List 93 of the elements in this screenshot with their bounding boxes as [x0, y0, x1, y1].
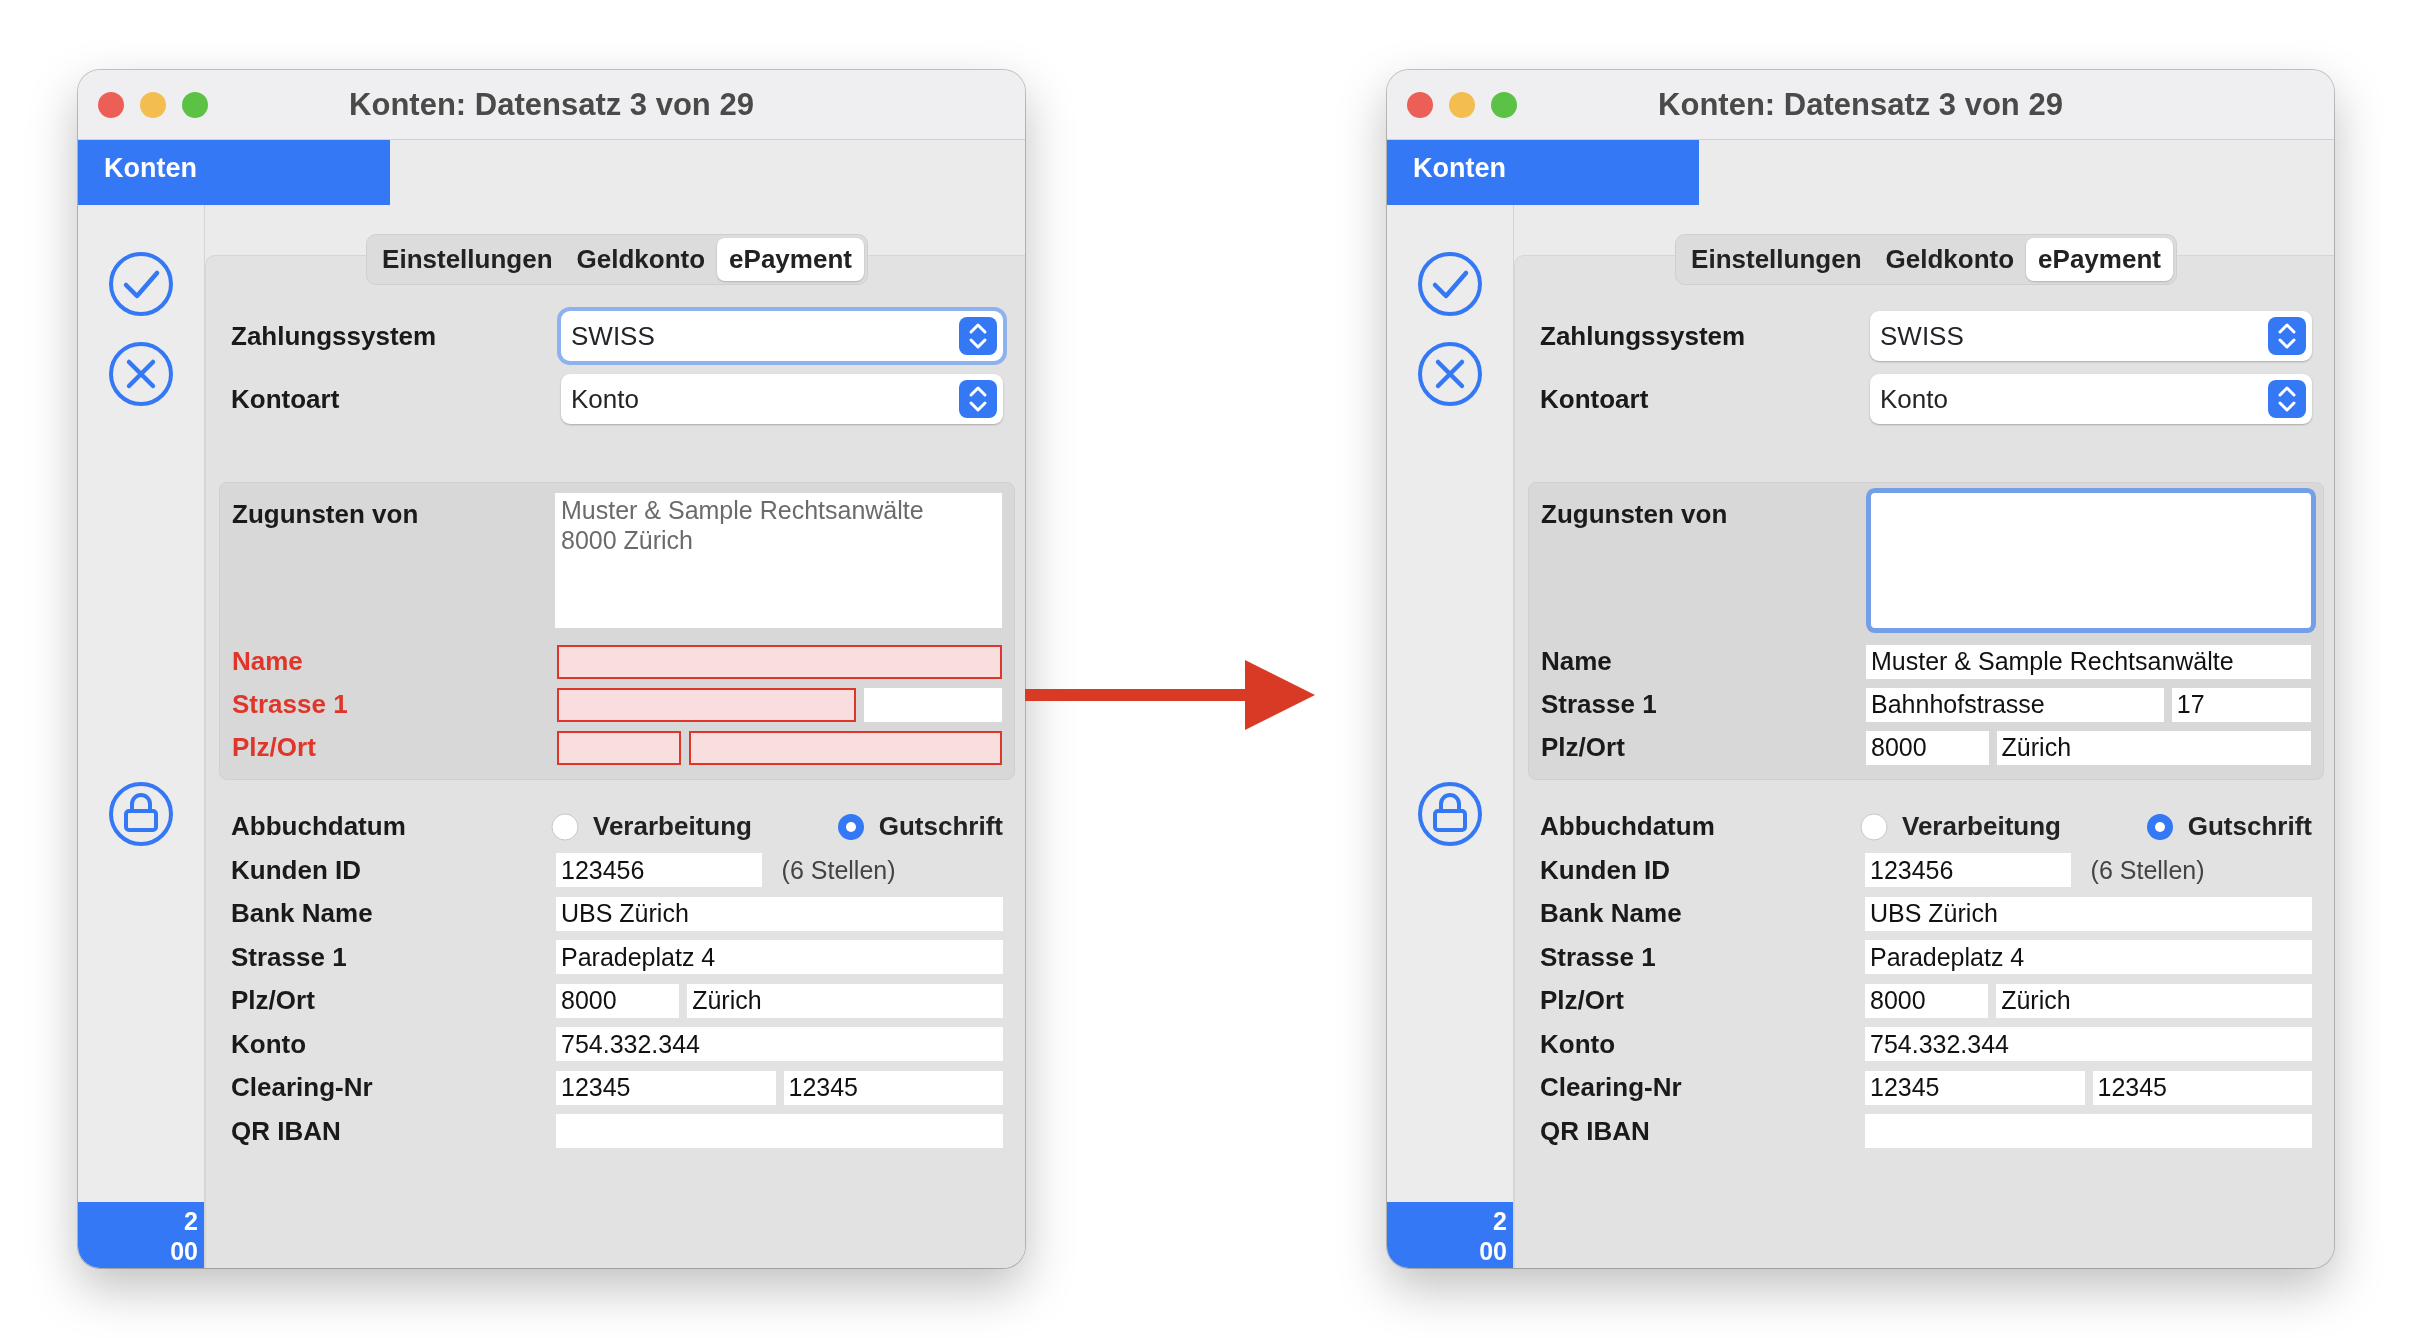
tab[interactable]: ePayment [717, 238, 864, 281]
confirm-icon[interactable] [1416, 250, 1484, 318]
field-label: Kunden ID [1540, 853, 1671, 887]
text-field[interactable]: Bahnhofstrasse [1866, 687, 2164, 722]
stepper-icon [2268, 380, 2306, 418]
text-field[interactable]: 8000 [556, 983, 680, 1018]
radio-button[interactable]: Verarbeitung [551, 807, 752, 847]
tab[interactable]: Einstellungen [370, 238, 565, 281]
text-field[interactable]: 8000 [1866, 730, 1989, 765]
radio-button[interactable]: Gutschrift [836, 807, 1003, 847]
field-label: Bank Name [1540, 897, 1683, 931]
lock-icon[interactable] [107, 780, 175, 848]
tab[interactable]: Einstellungen [1679, 238, 1874, 281]
record-counter: 2 00 [78, 1202, 204, 1268]
text-field[interactable]: 123456 [1865, 853, 2071, 888]
field-label: Abbuchdatum [1540, 810, 1716, 844]
text-field[interactable]: 754.332.344 [1865, 1027, 2312, 1062]
field-label: Zahlungssystem [231, 319, 438, 353]
text-field[interactable]: UBS Zürich [1865, 896, 2312, 931]
text-field[interactable] [863, 687, 1002, 722]
field-label: Plz/Ort [1540, 984, 1625, 1018]
dropdown[interactable]: Konto [1870, 374, 2312, 424]
zoom-button[interactable] [182, 92, 208, 118]
text-area[interactable]: Muster & Sample Rechtsanwälte 8000 Zürich [555, 493, 1002, 628]
section-tab[interactable]: Konten [1387, 140, 1699, 205]
radio-button[interactable]: Verarbeitung [1860, 807, 2061, 847]
tab[interactable]: Geldkonto [564, 238, 718, 281]
field-label: Kunden ID [231, 853, 362, 887]
text-field[interactable]: 12345 [556, 1070, 776, 1105]
confirm-icon[interactable] [107, 250, 175, 318]
cancel-icon[interactable] [107, 340, 175, 408]
field-label: Konto [1540, 1027, 1617, 1061]
text-field[interactable]: 12345 [1865, 1070, 2085, 1105]
window-title: Konten: Datensatz 3 von 29 [1658, 87, 2063, 122]
text-field[interactable]: 123456 [556, 853, 762, 888]
field-label: Clearing-Nr [1540, 1071, 1683, 1105]
text-field[interactable]: Zürich [1996, 983, 2312, 1018]
text-field[interactable] [557, 644, 1002, 679]
lock-icon[interactable] [1416, 780, 1484, 848]
close-button[interactable] [98, 92, 124, 118]
text-field[interactable]: Zürich [687, 983, 1003, 1018]
field-label: Zugunsten von [1541, 498, 1729, 531]
text-field[interactable]: Paradeplatz 4 [1865, 940, 2312, 975]
stepper-icon [2268, 317, 2306, 355]
field-label: QR IBAN [231, 1114, 342, 1148]
text-field[interactable]: 754.332.344 [556, 1027, 1003, 1062]
arrow-icon [1025, 660, 1315, 730]
field-label: Zugunsten von [232, 498, 420, 531]
text-field[interactable]: Muster & Sample Rechtsanwälte [1866, 644, 2311, 679]
text-field[interactable]: 8000 [1865, 983, 1989, 1018]
hint-text: (6 Stellen) [2090, 854, 2205, 886]
text-field[interactable]: 12345 [2092, 1070, 2312, 1105]
field-label: Name [232, 645, 304, 678]
cancel-icon[interactable] [1416, 340, 1484, 408]
record-counter: 2 00 [1387, 1202, 1513, 1268]
close-button[interactable] [1407, 92, 1433, 118]
section-tab[interactable]: Konten [78, 140, 390, 205]
text-field[interactable]: UBS Zürich [556, 896, 1003, 931]
field-label: Plz/Ort [232, 731, 317, 764]
field-label: Plz/Ort [1541, 731, 1626, 764]
field-label: Zahlungssystem [1540, 319, 1747, 353]
zoom-button[interactable] [1491, 92, 1517, 118]
field-label: Strasse 1 [231, 940, 348, 974]
dropdown[interactable]: SWISS [1870, 311, 2312, 361]
text-field[interactable]: Zürich [1996, 730, 2311, 765]
text-field[interactable] [557, 687, 856, 722]
text-field[interactable]: 17 [2171, 687, 2311, 722]
tab[interactable]: Geldkonto [1873, 238, 2027, 281]
stepper-icon [959, 380, 997, 418]
field-label: Strasse 1 [1540, 940, 1657, 974]
field-label: Plz/Ort [231, 984, 316, 1018]
field-label: Name [1541, 645, 1613, 678]
field-label: Clearing-Nr [231, 1071, 374, 1105]
text-field[interactable] [689, 730, 1002, 765]
window-title: Konten: Datensatz 3 von 29 [349, 87, 754, 122]
field-label: Kontoart [1540, 382, 1650, 416]
hint-text: (6 Stellen) [781, 854, 896, 886]
field-label: Konto [231, 1027, 308, 1061]
field-label: Abbuchdatum [231, 810, 407, 844]
field-label: Strasse 1 [232, 688, 349, 721]
text-field[interactable]: 12345 [783, 1070, 1003, 1105]
field-label: QR IBAN [1540, 1114, 1651, 1148]
stepper-icon [959, 317, 997, 355]
tab[interactable]: ePayment [2026, 238, 2173, 281]
field-label: Bank Name [231, 897, 374, 931]
dropdown[interactable]: Konto [561, 374, 1003, 424]
text-field[interactable] [556, 1114, 1003, 1149]
text-field[interactable]: Paradeplatz 4 [556, 940, 1003, 975]
field-label: Kontoart [231, 382, 341, 416]
text-field[interactable] [557, 730, 682, 765]
field-label: Strasse 1 [1541, 688, 1658, 721]
text-field[interactable] [1865, 1114, 2312, 1149]
radio-button[interactable]: Gutschrift [2145, 807, 2312, 847]
